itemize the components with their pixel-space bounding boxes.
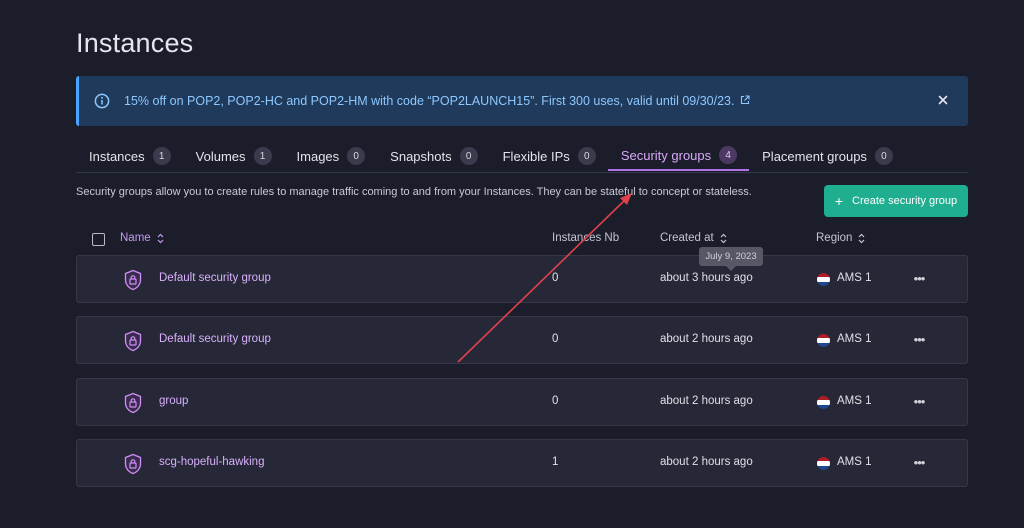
create-security-group-button[interactable]: + Create security group [824,185,968,217]
column-header-instances: Instances Nb [552,232,620,244]
tab-label: Flexible IPs [502,148,570,164]
banner-text: 15% off on POP2, POP2-HC and POP2-HM wit… [124,94,735,108]
instances-count: 0 [552,395,559,407]
tab-images[interactable]: Images 0 [284,141,378,171]
sort-icon [720,233,727,244]
tab-volumes[interactable]: Volumes 1 [183,141,284,171]
shield-lock-icon [123,392,143,414]
more-options-icon[interactable]: ••• [909,391,929,411]
region: AMS 1 [837,456,872,468]
column-label: Name [120,232,151,244]
tab-label: Images [296,148,340,164]
region: AMS 1 [837,272,872,284]
tab-security-groups[interactable]: Security groups 4 [607,141,750,171]
select-all-checkbox[interactable] [92,233,105,246]
shield-lock-icon [123,453,143,475]
promo-banner: 15% off on POP2, POP2-HC and POP2-HM wit… [76,76,968,126]
security-group-name[interactable]: group [159,395,188,407]
created-at: about 2 hours ago [660,333,753,345]
page-title: Instances [76,28,194,58]
column-header-region[interactable]: Region [816,232,865,244]
tab-count-badge: 0 [577,147,596,165]
netherlands-flag-icon [817,457,830,470]
security-group-name[interactable]: scg-hopeful-hawking [159,456,264,468]
column-label: Created at [660,232,714,244]
instances-count: 0 [552,333,559,345]
tab-count-badge: 1 [152,147,171,165]
column-label: Region [816,232,853,244]
tab-placement-groups[interactable]: Placement groups 0 [749,141,905,171]
table-row[interactable]: scg-hopeful-hawking 1 about 2 hours ago … [76,439,968,487]
table-row[interactable]: Default security group 0 about 2 hours a… [76,316,968,364]
tab-label: Snapshots [390,148,452,164]
table-row[interactable]: Default security group 0 about 3 hours a… [76,255,968,303]
shield-lock-icon [123,269,143,291]
tab-label: Placement groups [762,148,867,164]
tab-bar: Instances 1 Volumes 1 Images 0 Snapshots 0 F… [76,141,968,173]
tab-count-badge: 0 [347,147,366,165]
more-options-icon[interactable]: ••• [909,329,929,349]
plus-icon: + [834,193,843,209]
column-header-name[interactable]: Name [120,232,164,244]
created-at: about 2 hours ago [660,395,753,407]
tab-instances[interactable]: Instances 1 [76,141,183,171]
tab-count-badge: 0 [459,147,478,165]
sort-icon [858,233,865,244]
info-icon [94,93,110,109]
create-button-label: Create security group [852,195,958,207]
tab-count-badge: 1 [253,147,272,165]
netherlands-flag-icon [817,396,830,409]
table-header: Name Instances Nb Created at Region [76,231,968,247]
security-group-name[interactable]: Default security group [159,272,271,284]
close-icon[interactable] [936,93,950,107]
tab-count-badge: 0 [874,147,893,165]
more-options-icon[interactable]: ••• [909,452,929,472]
netherlands-flag-icon [817,334,830,347]
tab-label: Volumes [195,148,246,164]
shield-lock-icon [123,330,143,352]
table-row[interactable]: group 0 about 2 hours ago AMS 1 ••• [76,378,968,426]
instances-count: 1 [552,456,559,468]
tab-label: Instances [89,148,145,164]
tab-count-badge: 4 [719,146,738,164]
tab-label: Security groups [620,147,712,163]
external-link-icon[interactable] [740,95,751,105]
date-tooltip: July 9, 2023 [699,247,763,271]
created-at: about 3 hours ago [660,272,753,284]
netherlands-flag-icon [817,273,830,286]
more-options-icon[interactable]: ••• [909,268,929,288]
region: AMS 1 [837,333,872,345]
column-header-created[interactable]: Created at [660,232,727,244]
sort-icon [157,233,164,244]
banner-message: 15% off on POP2, POP2-HC and POP2-HM wit… [124,94,751,108]
tab-snapshots[interactable]: Snapshots 0 [377,141,489,171]
region: AMS 1 [837,395,872,407]
tab-flexible-ips[interactable]: Flexible IPs 0 [490,141,608,171]
security-group-name[interactable]: Default security group [159,333,271,345]
instances-count: 0 [552,272,559,284]
created-at: about 2 hours ago [660,456,753,468]
section-description: Security groups allow you to create rule… [76,186,752,198]
